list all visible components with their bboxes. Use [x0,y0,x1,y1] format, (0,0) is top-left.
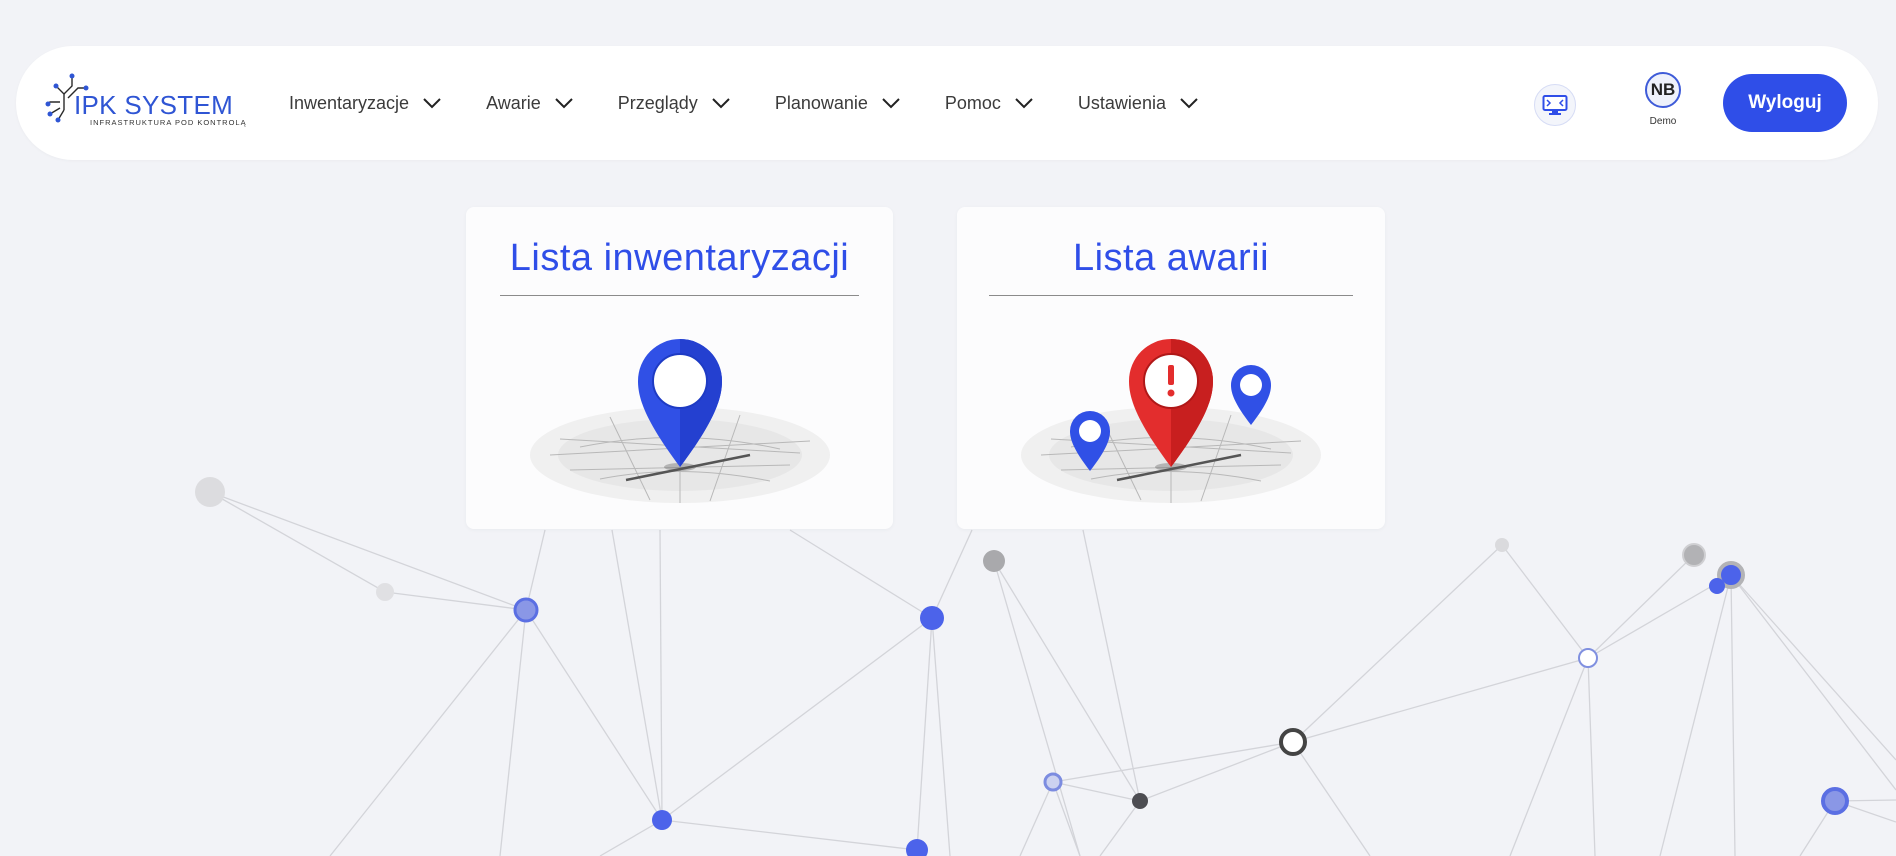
network-edge [384,591,527,611]
avatar[interactable]: NB [1645,72,1681,108]
network-node [195,477,225,507]
network-edge [1501,544,1589,659]
chevron-down-icon [1015,98,1033,109]
logout-button[interactable]: Wyloguj [1723,74,1847,132]
network-node [983,550,1005,572]
main-menu: Inwentaryzacje Awarie Przeglądy Planowan… [289,46,1243,160]
network-edge [1292,741,1371,856]
menu-label: Ustawienia [1077,92,1166,113]
network-edge [1082,529,1141,802]
network-edge [993,560,1141,802]
menu-ustawienia[interactable]: Ustawienia [1078,93,1198,114]
chevron-down-icon [1180,98,1198,109]
network-node [920,606,944,630]
network-edge [1730,574,1736,856]
network-edge [599,819,663,856]
menu-planowanie[interactable]: Planowanie [775,93,900,114]
network-edge [209,491,386,593]
network-edge [1730,574,1896,791]
ipk-logo[interactable]: IPK SYSTEM INFRASTRUKTURA POD KONTROLĄ [44,64,246,142]
menu-przeglady[interactable]: Przeglądy [618,93,730,114]
network-edge [1730,574,1896,761]
network-edge [1052,781,1081,856]
card-divider [500,295,859,296]
menu-label: Awarie [486,92,541,113]
network-edge [1019,781,1054,856]
network-edge [525,609,663,821]
menu-label: Przeglądy [617,92,698,113]
network-edge [1587,554,1695,659]
network-node [1495,538,1509,552]
network-edge [499,609,527,856]
network-edge [659,529,663,821]
network-edge [1509,657,1589,856]
map-pin-icon [529,339,830,503]
card-failure-list[interactable]: Lista awarii [957,207,1385,529]
card-divider [989,295,1353,296]
network-edge [661,819,918,851]
network-node [652,810,672,830]
monitor-icon [1542,95,1568,115]
menu-awarie[interactable]: Awarie [486,93,573,114]
menu-label: Planowanie [774,92,868,113]
user-name: Demo [1649,116,1677,127]
network-node [513,597,539,623]
card-inventory-list[interactable]: Lista inwentaryzacji [466,207,893,529]
logo-subtitle: INFRASTRUKTURA POD KONTROLĄ [90,118,247,127]
network-node [1279,728,1307,756]
card-title: Lista inwentaryzacji [509,237,850,279]
logo-title: IPK SYSTEM [74,90,234,120]
network-node [1709,578,1725,594]
network-edge [1052,781,1141,802]
menu-label: Pomoc [944,92,1001,113]
network-edge [916,617,933,851]
network-node [1682,543,1706,567]
network-edge [1052,741,1294,783]
network-edge [1099,800,1141,856]
network-node [376,583,394,601]
network-node [1578,648,1598,668]
network-edge [993,560,1081,856]
network-node [906,839,928,856]
menu-pomoc[interactable]: Pomoc [945,93,1033,114]
alert-map-pin-icon [1021,339,1321,503]
chevron-down-icon [712,98,730,109]
network-edge [611,529,663,821]
network-edge [931,617,951,856]
chevron-down-icon [882,98,900,109]
network-edge [789,529,933,619]
network-edge [931,529,973,619]
network-edge [329,609,527,856]
top-navbar: IPK SYSTEM INFRASTRUKTURA POD KONTROLĄ I… [16,46,1878,160]
network-edge [1139,741,1294,802]
menu-inwentaryzacje[interactable]: Inwentaryzacje [289,93,441,114]
network-edge [1659,574,1732,856]
screen-mode-button[interactable] [1534,84,1576,126]
network-edge [661,617,933,821]
chevron-down-icon [555,98,573,109]
network-edge [1587,657,1596,856]
network-node [1043,772,1063,792]
chevron-down-icon [423,98,441,109]
card-title: Lista awarii [1072,237,1270,279]
user-profile[interactable]: NB Demo [1628,72,1698,136]
menu-label: Inwentaryzacje [289,92,410,113]
network-node [1821,787,1849,815]
network-node [1132,793,1148,809]
